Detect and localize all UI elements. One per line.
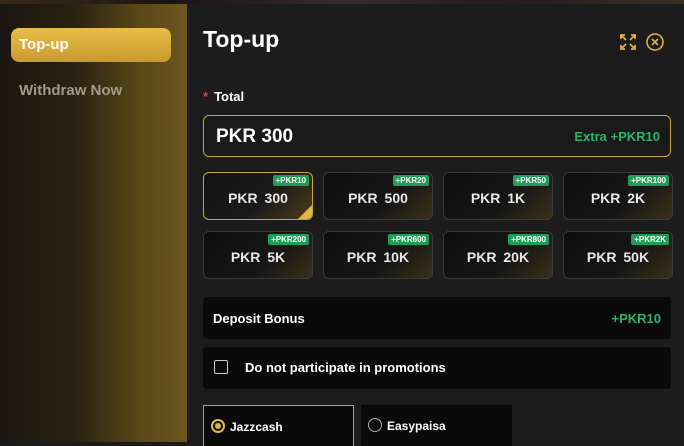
total-label: * Total <box>203 89 244 104</box>
amount-bonus-badge: +PKR600 <box>388 234 429 245</box>
payment-method-easypaisa[interactable]: Easypaisa <box>361 405 512 446</box>
sidebar-item-withdraw[interactable]: Withdraw Now <box>11 74 171 108</box>
selected-corner-mark <box>298 205 312 219</box>
total-amount-field[interactable]: PKR 300 Extra +PKR10 <box>203 115 671 157</box>
amount-bonus-badge: +PKR50 <box>512 175 549 186</box>
topup-panel: Top-up * Total PKR 300 Extra +PKR10 +PKR1… <box>187 4 684 446</box>
required-marker: * <box>203 89 209 104</box>
payment-method-jazzcash[interactable]: Jazzcash <box>203 405 354 446</box>
amount-bonus-badge: +PKR200 <box>268 234 309 245</box>
promotion-opt-out-checkbox[interactable] <box>214 360 228 374</box>
amount-option-10k[interactable]: +PKR600 PKR 10K <box>323 231 433 279</box>
amount-bonus-badge: +PKR2K <box>631 234 669 245</box>
sidebar-item-topup[interactable]: Top-up <box>11 28 171 62</box>
amount-label: PKR 20K <box>466 249 530 265</box>
amount-option-1k[interactable]: +PKR50 PKR 1K <box>443 172 553 220</box>
amount-label: PKR 10K <box>346 249 410 265</box>
close-icon[interactable] <box>645 32 665 52</box>
amount-bonus-badge: +PKR20 <box>392 175 429 186</box>
amount-label: PKR 50K <box>586 249 650 265</box>
amount-label: PKR 2K <box>590 190 646 206</box>
promotion-opt-out-row[interactable]: Do not participate in promotions <box>203 347 671 389</box>
amount-bonus-badge: +PKR100 <box>628 175 669 186</box>
payment-method-label: Jazzcash <box>230 420 283 434</box>
promotion-opt-out-label: Do not participate in promotions <box>245 360 446 375</box>
radio-selected-icon <box>211 419 225 433</box>
amount-bonus-badge: +PKR10 <box>272 175 309 186</box>
amount-option-50k[interactable]: +PKR2K PKR 50K <box>563 231 673 279</box>
payment-method-label: Easypaisa <box>387 419 446 433</box>
deposit-bonus-label: Deposit Bonus <box>213 311 305 326</box>
expand-icon[interactable] <box>618 32 638 52</box>
amount-option-500[interactable]: +PKR20 PKR 500 <box>323 172 433 220</box>
total-label-text: Total <box>214 89 245 104</box>
amount-option-20k[interactable]: +PKR800 PKR 20K <box>443 231 553 279</box>
amount-option-300[interactable]: +PKR10 PKR 300 <box>203 172 313 220</box>
amount-option-5k[interactable]: +PKR200 PKR 5K <box>203 231 313 279</box>
amount-label: PKR 1K <box>470 190 526 206</box>
amount-label: PKR 5K <box>230 249 286 265</box>
page-title: Top-up <box>203 26 280 52</box>
radio-unselected-icon <box>368 418 382 432</box>
amount-label: PKR 300 <box>228 190 288 206</box>
total-extra-bonus: Extra +PKR10 <box>574 129 660 144</box>
deposit-bonus-value: +PKR10 <box>611 311 662 326</box>
sidebar: Top-up Withdraw Now <box>0 4 187 442</box>
amount-label: PKR 500 <box>348 190 408 206</box>
total-amount-value: PKR 300 <box>216 126 294 147</box>
amount-option-2k[interactable]: +PKR100 PKR 2K <box>563 172 673 220</box>
deposit-bonus-row: Deposit Bonus +PKR10 <box>203 297 671 339</box>
amount-bonus-badge: +PKR800 <box>508 234 549 245</box>
